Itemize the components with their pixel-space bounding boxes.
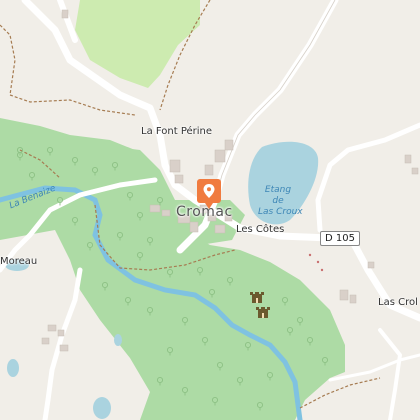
lake-label-line: Etang — [264, 185, 292, 195]
building — [57, 329, 65, 337]
building — [404, 154, 412, 164]
road — [315, 122, 420, 233]
road-shield-d105: D 105 — [320, 231, 360, 246]
location-pin-icon[interactable] — [196, 178, 222, 212]
lake-label: Etang de Las Croux — [258, 185, 303, 218]
building — [367, 261, 375, 269]
building — [214, 224, 226, 234]
pond — [7, 359, 19, 377]
castle-icon[interactable] — [256, 307, 270, 318]
building — [161, 209, 171, 217]
building — [61, 9, 69, 19]
pond — [93, 397, 111, 419]
road — [378, 328, 402, 420]
place-label-las-crol: Las Crol — [378, 297, 418, 308]
pond — [114, 334, 122, 346]
building — [189, 221, 199, 233]
place-label-la-font-perine: La Font Périne — [141, 126, 213, 137]
place-label-les-cotes: Les Côtes — [236, 224, 285, 235]
road — [57, 0, 78, 43]
building — [59, 344, 69, 352]
building — [204, 164, 214, 176]
castle-icon[interactable] — [250, 292, 264, 303]
building — [339, 289, 349, 301]
building — [349, 294, 357, 304]
lake-label-line: de — [272, 196, 284, 206]
building — [169, 159, 181, 173]
building — [149, 204, 161, 213]
building — [174, 174, 184, 184]
building — [214, 149, 226, 163]
lake-label-line: Las Croux — [258, 207, 303, 217]
building — [411, 167, 419, 175]
building — [47, 324, 57, 332]
building — [224, 139, 234, 151]
place-label-moreau: Moreau — [0, 256, 38, 267]
building — [41, 337, 50, 345]
map-view[interactable]: La Font Périne Cromac Les Côtes Moreau L… — [0, 0, 420, 420]
